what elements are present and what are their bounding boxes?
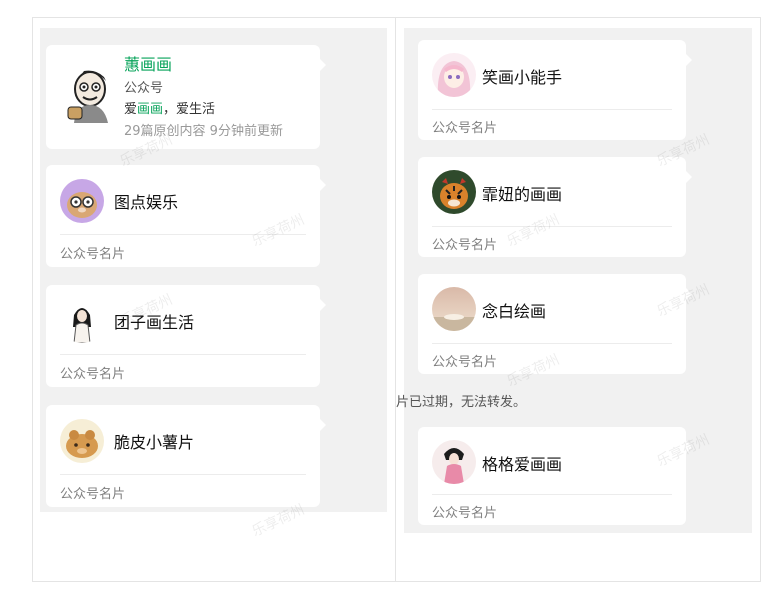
- card-footer-label: 公众号名片: [432, 506, 498, 521]
- girl-sketch-avatar-icon: [60, 299, 104, 343]
- left-chat-panel: 蕙画画 公众号 爱画画，爱生活 29篇原创内容 9分钟前更新 图点娱乐 公众号名…: [40, 28, 387, 512]
- card-footer-label: 公众号名片: [60, 487, 126, 502]
- account-type-label: 公众号: [124, 81, 164, 96]
- contact-card-feiniu[interactable]: 霏妞的画画 公众号名片: [418, 157, 692, 257]
- contact-name[interactable]: 格格爱画画: [482, 451, 562, 475]
- card-separator: [60, 354, 306, 355]
- contact-name[interactable]: 图点娱乐: [114, 189, 178, 213]
- profile-stats: 29篇原创内容 9分钟前更新: [124, 124, 283, 139]
- qing-lady-avatar-icon: [432, 440, 476, 484]
- card-footer-label: 公众号名片: [60, 367, 126, 382]
- profile-card[interactable]: 蕙画画 公众号 爱画画，爱生活 29篇原创内容 9分钟前更新: [46, 45, 326, 149]
- card-separator: [432, 343, 672, 344]
- contact-card-xiaohua[interactable]: 笑画小能手 公众号名片: [418, 40, 692, 140]
- contact-name[interactable]: 霏妞的画画: [482, 181, 562, 205]
- card-separator: [60, 474, 306, 475]
- contact-name[interactable]: 笑画小能手: [482, 64, 562, 88]
- card-footer-label: 公众号名片: [60, 247, 126, 262]
- profile-description: 爱画画，爱生活: [124, 98, 215, 117]
- description-highlight: 画画: [137, 102, 164, 117]
- description-suffix: ，爱生活: [163, 102, 216, 117]
- card-footer-label: 公众号名片: [432, 238, 498, 253]
- contact-card-tuanzi[interactable]: 团子画生活 公众号名片: [46, 285, 326, 387]
- profile-name[interactable]: 蕙画画: [124, 51, 172, 75]
- cartoon-man-avatar-icon: [66, 65, 116, 123]
- capybara-avatar-icon: [60, 419, 104, 463]
- landscape-avatar-icon: [432, 287, 476, 331]
- description-prefix: 爱: [124, 102, 138, 117]
- card-footer-label: 公众号名片: [432, 121, 498, 136]
- card-separator: [432, 494, 672, 495]
- contact-name[interactable]: 念白绘画: [482, 298, 546, 322]
- expired-notice: 片已过期，无法转发。: [396, 395, 527, 410]
- card-footer-label: 公众号名片: [432, 355, 498, 370]
- glasses-cartoon-avatar-icon: [60, 179, 104, 223]
- card-separator: [432, 109, 672, 110]
- contact-name[interactable]: 脆皮小薯片: [114, 429, 194, 453]
- contact-card-tudian[interactable]: 图点娱乐 公众号名片: [46, 165, 326, 267]
- anime-girl-avatar-icon: [432, 53, 476, 97]
- tiger-avatar-icon: [432, 170, 476, 214]
- contact-card-cuipi[interactable]: 脆皮小薯片 公众号名片: [46, 405, 326, 507]
- contact-card-gege[interactable]: 格格爱画画 公众号名片: [418, 427, 692, 525]
- column-divider: [395, 17, 396, 582]
